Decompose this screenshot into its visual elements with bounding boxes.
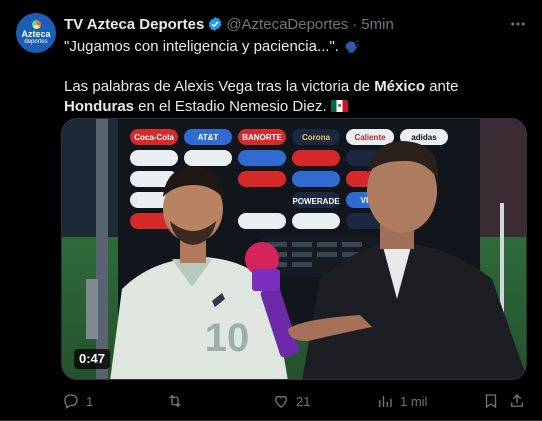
heart-icon [275, 395, 287, 408]
reply-icon [64, 394, 78, 409]
jersey-number: 10 [205, 316, 250, 360]
share-button[interactable] [508, 390, 526, 412]
bookmark-icon [485, 394, 497, 409]
logo-icon [31, 20, 41, 29]
sponsor-powerade: POWERADE [292, 197, 340, 206]
sponsor-coca-cola: Coca-Cola [134, 133, 174, 142]
quote-text: "Jugamos con inteligencia y paciencia...… [64, 38, 339, 55]
body-text-3: en el Estadio Nemesio Diez. [134, 98, 327, 115]
video-player[interactable]: Coca-Cola AT&T BANORTE Corona Caliente a… [61, 118, 527, 380]
tweet-header: TV Azteca Deportes @AztecaDeportes · 5mi… [64, 14, 394, 34]
sponsor-adidas: adidas [411, 133, 437, 142]
sponsor-caliente: Caliente [354, 133, 386, 142]
video-frame: Coca-Cola AT&T BANORTE Corona Caliente a… [62, 119, 526, 379]
speaking-head-icon [345, 40, 359, 53]
verified-badge-icon[interactable] [207, 16, 223, 32]
separator: · [352, 15, 358, 33]
view-count: 1 mil [400, 393, 428, 409]
share-icon [511, 394, 523, 407]
author-handle[interactable]: @AztecaDeportes [226, 16, 348, 33]
views-chart-icon [379, 395, 392, 407]
repost-icon [169, 394, 181, 408]
body-text-1: Las palabras de Alexis Vega tras la vict… [64, 78, 375, 95]
bookmark-button[interactable] [482, 390, 500, 412]
body-bold-2: Honduras [64, 98, 135, 115]
timestamp[interactable]: 5min [361, 16, 394, 33]
action-bar: 1 21 1 mil [62, 390, 528, 412]
author-name[interactable]: TV Azteca Deportes [64, 16, 204, 33]
body-bold-1: México [374, 78, 426, 95]
sponsor-banorte: BANORTE [242, 133, 282, 142]
avatar[interactable]: Azteca deportes [16, 13, 56, 53]
avatar-text-1: Azteca [21, 29, 51, 39]
sponsor-corona: Corona [302, 133, 331, 142]
tweet-text: "Jugamos con inteligencia y paciencia...… [64, 37, 528, 117]
views-button[interactable]: 1 mil [376, 390, 427, 412]
more-options-icon[interactable] [508, 14, 528, 34]
reply-count: 1 [86, 393, 94, 409]
like-button[interactable]: 21 [272, 390, 310, 412]
body-text-2: ante [425, 78, 459, 95]
tweet[interactable]: Azteca deportes TV Azteca Deportes @Azte… [0, 0, 542, 421]
mexico-flag-icon [330, 100, 348, 112]
like-count: 21 [296, 393, 311, 409]
sponsor-att: AT&T [198, 133, 219, 142]
reply-button[interactable]: 1 [62, 390, 93, 412]
video-duration: 0:47 [74, 349, 111, 369]
repost-button[interactable] [166, 390, 190, 412]
avatar-text-2: deportes [24, 39, 48, 45]
